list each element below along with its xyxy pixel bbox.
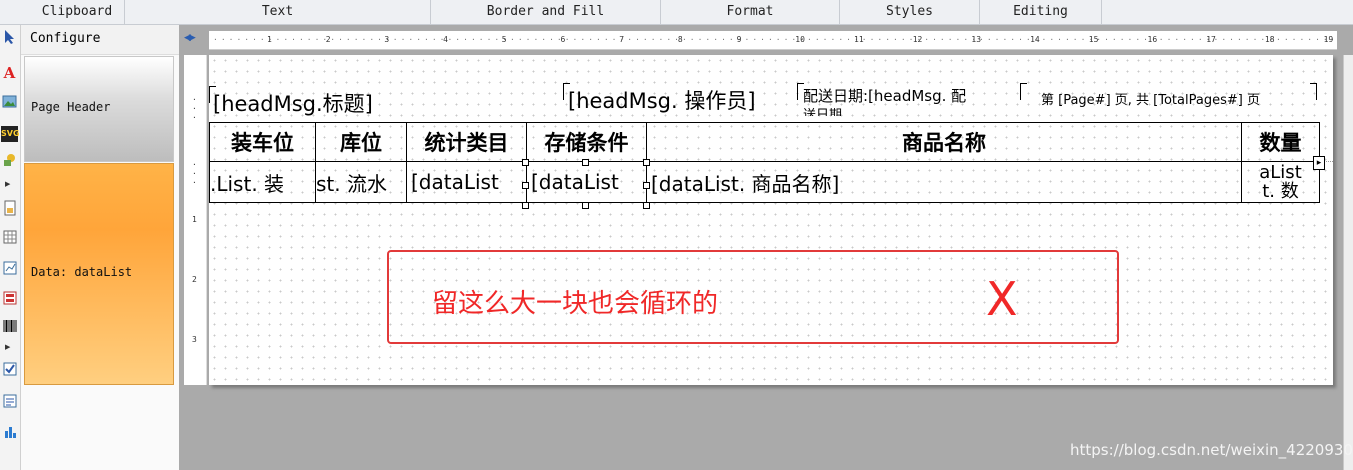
header-loading-position[interactable]: 装车位 (209, 122, 316, 162)
table-icon[interactable] (1, 230, 18, 246)
shape-icon[interactable] (1, 153, 18, 169)
annotation-x-mark: X (986, 272, 1018, 326)
collapse-expand-icon[interactable]: ◀▶ (184, 33, 204, 47)
selection-handle[interactable] (643, 159, 650, 166)
report-tree-panel: Configure Page Header Data: dataList (21, 25, 179, 470)
band-page-header[interactable]: Page Header (24, 56, 174, 162)
report-icon[interactable] (1, 291, 18, 307)
ruler-tick: 5 (501, 35, 507, 44)
selection-handle[interactable] (582, 202, 589, 209)
ribbon-group-editing[interactable]: Editing (980, 0, 1102, 24)
ribbon-group-bar: Clipboard Text Border and Fill Format St… (0, 0, 1353, 25)
component-toolbox: A SVG ▶ ▶ (0, 25, 21, 470)
header-category[interactable]: 统计类目 (406, 122, 527, 162)
expand-arrow-icon[interactable]: ▶ (5, 180, 10, 188)
ruler-minor-ticks: ········································… (213, 35, 1333, 44)
ribbon-group-styles[interactable]: Styles (840, 0, 980, 24)
date-field[interactable]: 配送日期:[headMsg. 配 (803, 85, 1003, 106)
ruler-tick: 11 (854, 35, 864, 44)
title-field[interactable]: [headMsg.标题] (213, 88, 373, 118)
band-menu-icon[interactable]: ▸ (1313, 156, 1325, 170)
ruler-tick: 1 (267, 35, 272, 44)
page-number-field[interactable]: 第 [Page#] 页, 共 [TotalPages#] 页 (1041, 89, 1316, 108)
ribbon-group-format[interactable]: Format (661, 0, 840, 24)
vruler-tick: 2 (192, 275, 197, 284)
header-product-name[interactable]: 商品名称 (646, 122, 1242, 162)
ruler-tick: 15 (1088, 35, 1099, 44)
richtext-icon[interactable] (1, 394, 18, 410)
checkbox-icon[interactable] (1, 362, 18, 378)
chart-icon[interactable] (1, 261, 18, 277)
watermark: https://blog.csdn.net/weixin_42209307 (1070, 441, 1353, 459)
picture-icon[interactable] (1, 95, 18, 111)
cell-quantity[interactable]: aList t. 数 (1241, 161, 1320, 203)
date-field-overflow: 送日期 (803, 108, 843, 116)
ruler-tick: 13 (971, 35, 982, 44)
table-header-row: 装车位 库位 统计类目 存储条件 商品名称 数量 (209, 122, 1320, 162)
bar-chart-icon[interactable] (1, 425, 18, 441)
expand-arrow-icon-2[interactable]: ▶ (5, 343, 10, 351)
cell-category[interactable]: [dataList (406, 161, 527, 203)
header-storage-condition[interactable]: 存储条件 (526, 122, 647, 162)
field-corner (1310, 83, 1317, 100)
selection-handle[interactable] (522, 202, 529, 209)
field-corner (1020, 83, 1027, 100)
selection-handle[interactable] (582, 159, 589, 166)
ruler-tick: 16 (1147, 35, 1158, 44)
barcode-icon[interactable] (1, 319, 18, 335)
ruler-tick: 6 (560, 35, 566, 44)
selection-handle[interactable] (522, 182, 529, 189)
cell-storage-location[interactable]: st. 流水 (315, 161, 407, 203)
cell-product-name[interactable]: [dataList. 商品名称] (646, 161, 1242, 203)
selection-handle[interactable] (643, 202, 650, 209)
pointer-icon[interactable] (1, 29, 18, 45)
horizontal-ruler: ········································… (209, 31, 1337, 50)
svg-icon[interactable]: SVG (1, 126, 20, 142)
ruler-tick: 17 (1206, 35, 1216, 44)
panel-icon[interactable] (1, 200, 18, 216)
header-storage-location[interactable]: 库位 (315, 122, 407, 162)
header-quantity[interactable]: 数量 (1241, 122, 1320, 162)
vruler-tick: 1 (192, 215, 197, 224)
properties-panel-edge[interactable] (1343, 55, 1353, 470)
ruler-tick: 2 (325, 35, 331, 44)
ruler-tick: 12 (912, 35, 923, 44)
ruler-tick: 4 (443, 35, 448, 44)
ribbon-group-clipboard[interactable]: Clipboard (30, 0, 125, 24)
ruler-tick: 14 (1030, 35, 1040, 44)
ruler-tick: 7 (619, 35, 625, 44)
report-table: 装车位 库位 统计类目 存储条件 商品名称 数量 .List. 装 st. 流水… (209, 122, 1320, 203)
ruler-tick: 9 (736, 35, 742, 44)
text-icon[interactable]: A (1, 65, 18, 81)
annotation-text: 留这么大一块也会循环的 (432, 289, 719, 319)
ruler-tick: 8 (677, 35, 683, 44)
vertical-ruler: · · · · · · 1 2 3 (184, 55, 207, 385)
vruler-tick: 3 (192, 335, 197, 344)
band-data-datalist[interactable]: Data: dataList (24, 163, 174, 385)
selection-handle[interactable] (522, 159, 529, 166)
operator-field[interactable]: [headMsg. 操作员] (568, 85, 784, 115)
ribbon-group-text[interactable]: Text (125, 0, 431, 24)
ruler-tick: 19 (1323, 35, 1334, 44)
ruler-tick: 3 (384, 35, 390, 44)
configure-label[interactable]: Configure (21, 25, 179, 55)
selection-handle[interactable] (643, 182, 650, 189)
cell-loading-position[interactable]: .List. 装 (209, 161, 316, 203)
ribbon-group-border-and-fill[interactable]: Border and Fill (431, 0, 661, 24)
ruler-tick: 10 (795, 35, 805, 44)
table-data-row: .List. 装 st. 流水 [dataList [dataList [dat… (209, 161, 1320, 203)
ruler-tick: 18 (1264, 35, 1275, 44)
annotation-box: 留这么大一块也会循环的 X (387, 250, 1119, 344)
cell-storage-condition[interactable]: [dataList (526, 161, 647, 203)
